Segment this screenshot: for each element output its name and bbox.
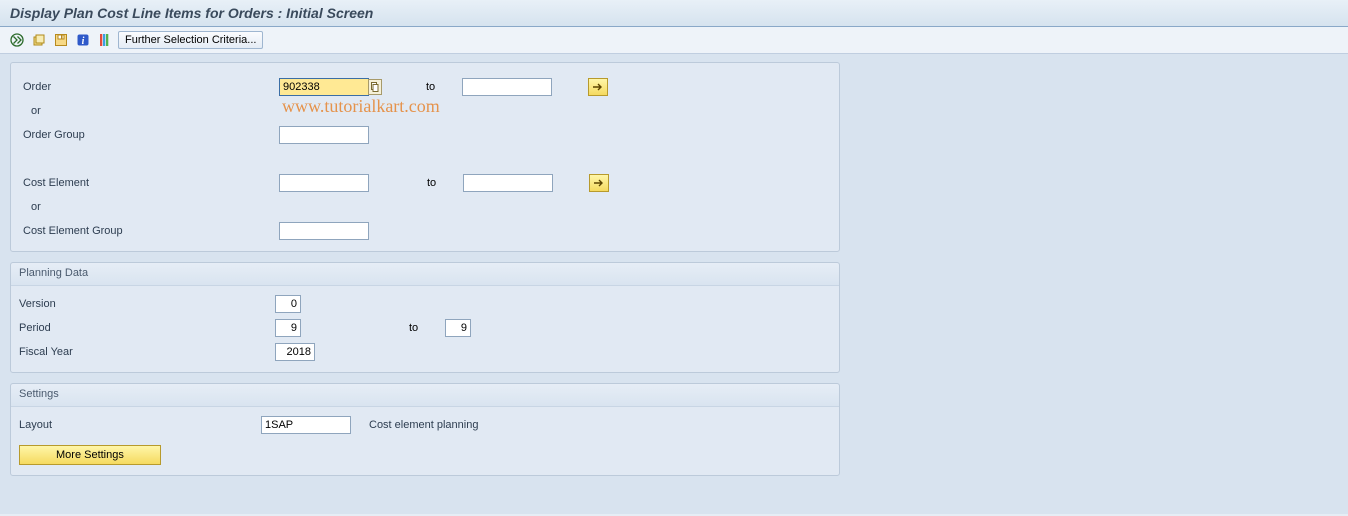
- cost-element-label: Cost Element: [19, 177, 279, 189]
- order-to-label: to: [422, 81, 462, 93]
- version-label: Version: [19, 298, 275, 310]
- cost-element-group-row: Cost Element Group: [19, 219, 831, 243]
- period-to-label: to: [405, 322, 445, 334]
- planning-data-title: Planning Data: [11, 263, 839, 286]
- or-label-1: or: [19, 105, 279, 117]
- cost-element-row: Cost Element to: [19, 171, 831, 195]
- period-from-input[interactable]: [275, 319, 301, 337]
- multiple-selection-icon[interactable]: [589, 174, 609, 192]
- cost-element-to-input[interactable]: [463, 174, 553, 192]
- cost-element-from-input[interactable]: [279, 174, 369, 192]
- save-icon[interactable]: [52, 31, 70, 49]
- settings-group: Settings Layout Cost element planning Mo…: [10, 383, 840, 476]
- layout-row: Layout Cost element planning: [19, 413, 831, 437]
- order-group-input[interactable]: [279, 126, 369, 144]
- further-selection-button[interactable]: Further Selection Criteria...: [118, 31, 263, 49]
- order-from-input[interactable]: [279, 78, 369, 96]
- version-input[interactable]: [275, 295, 301, 313]
- execute-icon[interactable]: [8, 31, 26, 49]
- content-area: www.tutorialkart.com Order to or Order G…: [0, 54, 1348, 514]
- multiple-selection-icon[interactable]: [588, 78, 608, 96]
- more-settings-label: More Settings: [56, 449, 124, 461]
- fiscal-year-label: Fiscal Year: [19, 346, 275, 358]
- page-title: Display Plan Cost Line Items for Orders …: [0, 0, 1348, 27]
- search-help-icon[interactable]: [368, 79, 382, 95]
- order-to-input[interactable]: [462, 78, 552, 96]
- svg-text:i: i: [82, 36, 85, 47]
- or-label-2: or: [19, 201, 279, 213]
- settings-title: Settings: [11, 384, 839, 407]
- layout-input[interactable]: [261, 416, 351, 434]
- fiscal-year-row: Fiscal Year: [19, 340, 831, 364]
- further-selection-label: Further Selection Criteria...: [125, 34, 256, 46]
- cost-element-group-input[interactable]: [279, 222, 369, 240]
- order-selection-group: Order to or Order Group Cost Element to: [10, 62, 840, 252]
- period-row: Period to: [19, 316, 831, 340]
- order-group-label: Order Group: [19, 129, 279, 141]
- order-group-row: Order Group: [19, 123, 831, 147]
- period-to-input[interactable]: [445, 319, 471, 337]
- data-source-icon[interactable]: [96, 31, 114, 49]
- info-icon[interactable]: i: [74, 31, 92, 49]
- fiscal-year-input[interactable]: [275, 343, 315, 361]
- cost-element-to-label: to: [423, 177, 463, 189]
- version-row: Version: [19, 292, 831, 316]
- cost-element-group-label: Cost Element Group: [19, 225, 279, 237]
- layout-label: Layout: [19, 419, 261, 431]
- more-settings-button[interactable]: More Settings: [19, 445, 161, 465]
- planning-data-group: Planning Data Version Period to Fiscal Y…: [10, 262, 840, 373]
- order-label: Order: [19, 81, 279, 93]
- period-label: Period: [19, 322, 275, 334]
- application-toolbar: i Further Selection Criteria...: [0, 27, 1348, 54]
- order-row: Order to: [19, 75, 831, 99]
- get-variant-icon[interactable]: [30, 31, 48, 49]
- layout-description: Cost element planning: [369, 419, 478, 431]
